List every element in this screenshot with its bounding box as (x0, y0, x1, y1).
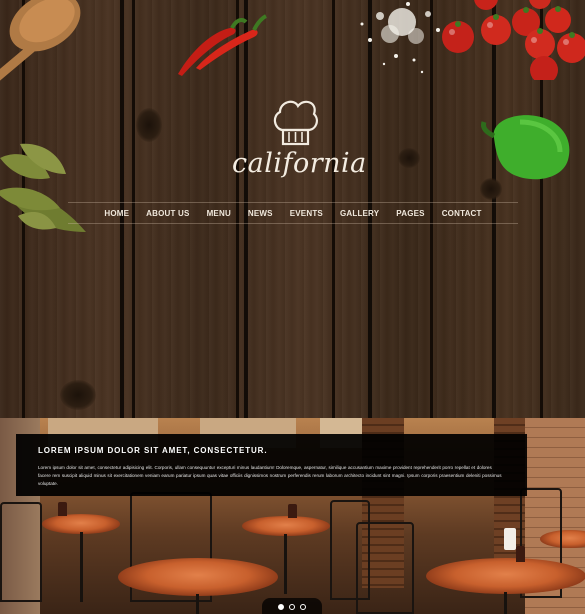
flour-dust-icon (360, 2, 440, 74)
wood-knot (60, 380, 96, 410)
green-pepper-icon (481, 115, 570, 180)
slider-dot-2[interactable] (289, 604, 295, 610)
slide-caption: LOREM IPSUM DOLOR SIT AMET, CONSECTETUR.… (16, 434, 527, 496)
nav-item-pages[interactable]: PAGES (388, 209, 433, 218)
nav-item-contact[interactable]: CONTACT (433, 209, 490, 218)
hero-slider: LOREM IPSUM DOLOR SIT AMET, CONSECTETUR.… (0, 418, 585, 614)
bottle (58, 502, 67, 516)
table-leg (80, 532, 83, 602)
table-leg (504, 592, 507, 614)
wood-knot (136, 108, 162, 142)
nav-item-home[interactable]: HOME (96, 209, 138, 218)
cafe-table (242, 516, 330, 536)
slider-dot-3[interactable] (300, 604, 306, 610)
nav-item-gallery[interactable]: GALLERY (331, 209, 387, 218)
table-leg (196, 594, 199, 614)
slide-caption-title: LOREM IPSUM DOLOR SIT AMET, CONSECTETUR. (38, 446, 268, 455)
chef-hat-icon (273, 100, 318, 146)
napkin (504, 528, 516, 550)
cafe-table-front (426, 558, 585, 594)
site-logo[interactable]: california (232, 98, 367, 179)
table-leg (284, 534, 287, 594)
cafe-chair (356, 522, 414, 614)
slider-dot-1[interactable] (278, 604, 284, 610)
bay-leaves-icon (0, 143, 86, 232)
wooden-spoon-icon (0, 0, 81, 85)
chili-peppers-icon (178, 14, 267, 77)
wood-knot (398, 148, 420, 168)
logo-text: california (232, 148, 367, 179)
slider-pagination (262, 598, 322, 614)
cafe-table (42, 514, 120, 534)
header-hero: california HOME ABOUT US MENU NEWS EVENT… (0, 0, 585, 418)
cafe-chair (0, 502, 42, 602)
main-navigation: HOME ABOUT US MENU NEWS EVENTS GALLERY P… (68, 202, 518, 224)
cherry-tomatoes-icon (442, 0, 585, 80)
slide-caption-body: Lorem ipsum dolor sit amet, consectetur … (38, 465, 502, 486)
nav-item-menu[interactable]: MENU (198, 209, 239, 218)
bottle (288, 504, 297, 518)
cafe-table-front (118, 558, 278, 596)
nav-item-events[interactable]: EVENTS (281, 209, 331, 218)
bottle (516, 546, 525, 562)
nav-item-news[interactable]: NEWS (239, 209, 281, 218)
nav-item-about-us[interactable]: ABOUT US (138, 209, 198, 218)
